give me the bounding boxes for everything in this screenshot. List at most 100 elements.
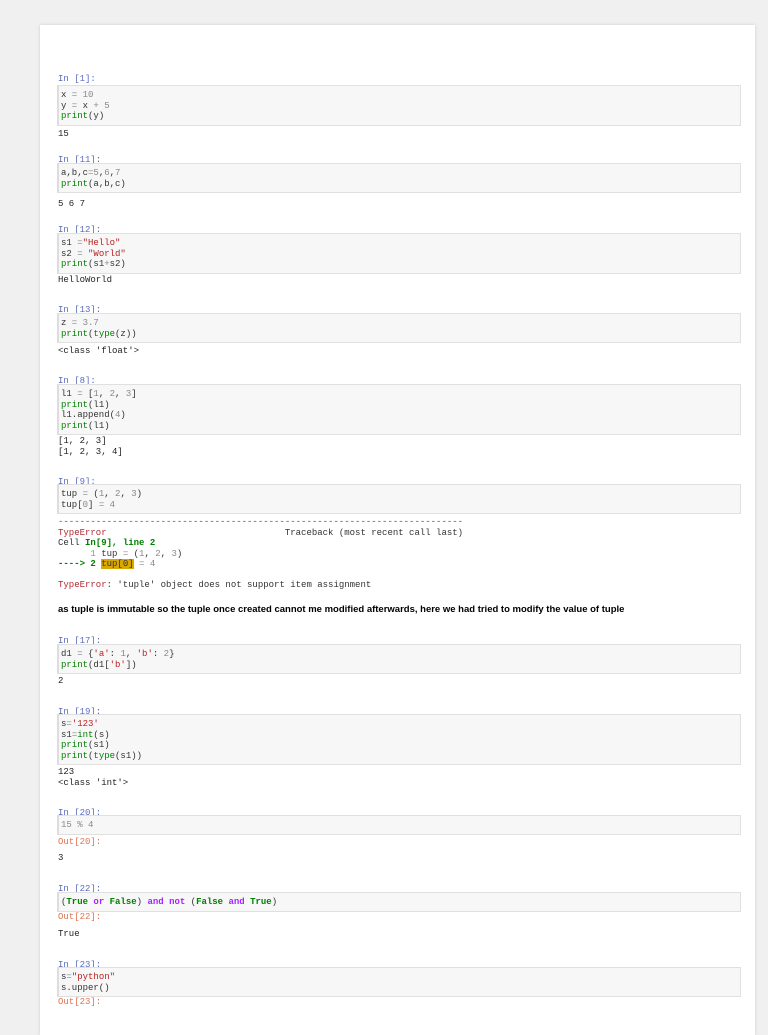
cell-output: True: [58, 929, 80, 940]
code-token: ]: [131, 389, 137, 399]
code-token: print: [61, 740, 89, 750]
code-token: "Hello": [82, 238, 121, 248]
code-cell-input[interactable]: (True or False) and not (False and True): [57, 892, 741, 912]
code-token: (y): [88, 111, 105, 121]
code-line: s.upper(): [61, 983, 740, 994]
output-line: 2: [58, 676, 64, 686]
code-token: print: [61, 659, 89, 670]
code-token: ,: [144, 548, 156, 559]
code-token: +: [88, 100, 105, 111]
cell-output: 2: [58, 676, 63, 687]
code-token: 4: [88, 820, 94, 830]
notebook-page: In [1]: x = 10 y = x + 5 print(y) 15 In [11]:…: [40, 25, 755, 1035]
code-token: tup[: [61, 499, 83, 510]
code-token: 'a': [93, 649, 110, 659]
code-token: 3.7: [82, 318, 99, 328]
code-token: tup[0]: [101, 559, 134, 569]
output-prompt: Out[20]:: [58, 837, 102, 847]
code-token: and: [147, 897, 164, 907]
code-token: ): [176, 548, 183, 559]
code-token: False: [109, 897, 137, 907]
code-token: :: [152, 649, 164, 659]
code-cell-input[interactable]: tup = (1, 2, 3) tup[0] = 4: [57, 484, 741, 514]
code-cell-input[interactable]: l1 = [1, 2, 3] print(l1) l1.append(4) print…: [57, 384, 741, 435]
code-line: y = x + 5: [61, 101, 740, 112]
code-cell-input[interactable]: 15 % 4: [57, 815, 741, 835]
code-token: s1: [61, 729, 72, 740]
code-cell-input[interactable]: a,b,c=5,6,7 print(a,b,c): [57, 163, 741, 193]
code-token: l1: [61, 389, 72, 399]
code-token: (: [185, 897, 197, 907]
code-token: ): [120, 410, 126, 420]
code-token: print: [61, 420, 89, 431]
code-token: "python": [71, 972, 116, 982]
code-token: ,: [98, 389, 110, 399]
code-token: 7: [115, 168, 121, 178]
output-line: True: [58, 929, 80, 939]
code-token: or: [88, 897, 110, 907]
code-cell-input[interactable]: z = 3.7 print(type(z)): [57, 313, 741, 343]
code-token: ,: [104, 489, 116, 499]
code-line: z = 3.7: [61, 318, 740, 329]
code-line: print(s1): [61, 740, 740, 751]
code-token: ,: [160, 548, 172, 559]
code-token: =: [93, 499, 110, 510]
code-token: =: [71, 649, 89, 659]
code-token: ): [271, 897, 278, 907]
code-cell-input[interactable]: d1 = {'a': 1, 'b': 2} print(d1['b']): [57, 644, 741, 674]
code-token: ,: [115, 389, 126, 399]
code-line: s1=int(s): [61, 730, 740, 741]
cell-output: HelloWorld: [58, 275, 112, 286]
code-token: type: [93, 328, 116, 339]
code-cell-input[interactable]: s="python" s.upper(): [57, 967, 741, 997]
code-token: print: [61, 259, 89, 269]
code-line: print(y): [61, 111, 740, 122]
code-token: not: [169, 897, 186, 907]
code-token: TypeError: [58, 527, 107, 538]
code-token: (s1: [88, 259, 105, 269]
code-cell-input[interactable]: x = 10 y = x + 5 print(y): [57, 85, 741, 126]
error-traceback: ----------------------------------------…: [58, 517, 463, 591]
code-token: ,: [125, 649, 137, 659]
code-line: 15 % 4: [61, 820, 740, 831]
code-token: =: [66, 90, 83, 100]
code-token: (z)): [115, 328, 137, 339]
markdown-text: as tuple is immutable so the tuple once …: [58, 604, 625, 615]
output-line: HelloWorld: [58, 275, 113, 285]
code-token: Cell: [58, 538, 86, 548]
output-line: <class 'int'>: [58, 777, 129, 788]
code-token: (l1): [88, 399, 110, 410]
code-token: print: [61, 399, 89, 410]
code-token: True: [250, 897, 272, 907]
code-line: l1.append(4): [61, 410, 740, 421]
code-line: x = 10: [61, 90, 740, 101]
code-token: s1: [61, 238, 78, 248]
code-token: 'b': [136, 649, 153, 659]
code-cell-input[interactable]: s='123' s1=int(s) print(s1) print(type(s1)): [57, 714, 741, 765]
code-token: ----> 2: [58, 559, 102, 569]
code-line: print(l1): [61, 421, 740, 432]
code-token: tup: [61, 489, 78, 499]
code-token: (s): [93, 729, 110, 740]
code-token: 10: [82, 90, 94, 100]
code-line: print(s1+s2): [61, 259, 740, 270]
code-token: 'b': [109, 659, 126, 670]
code-token: ): [136, 489, 143, 499]
code-token: : 'tuple' object does not support item a…: [106, 580, 372, 590]
code-token: In[9], line 2: [85, 538, 156, 548]
cell-output: 15: [58, 129, 69, 140]
code-token: 4: [109, 499, 116, 510]
code-token: tup: [101, 548, 123, 559]
code-line: s1 ="Hello": [61, 238, 740, 249]
code-token: (a,b,c): [88, 178, 126, 189]
code-line: tup = (1, 2, 3): [61, 489, 740, 500]
code-token: False: [196, 897, 224, 907]
code-token: =: [66, 318, 83, 328]
code-cell-input[interactable]: s1 ="Hello" s2 = "World" print(s1+s2): [57, 233, 741, 274]
output-line: 5 6 7: [58, 199, 86, 209]
traceback-line: TypeError Traceback (most recent call la…: [58, 528, 463, 539]
code-token: =: [133, 559, 150, 569]
code-token: "World": [88, 248, 126, 259]
code-token: (d1[: [88, 659, 110, 670]
code-token: 4: [149, 559, 156, 569]
